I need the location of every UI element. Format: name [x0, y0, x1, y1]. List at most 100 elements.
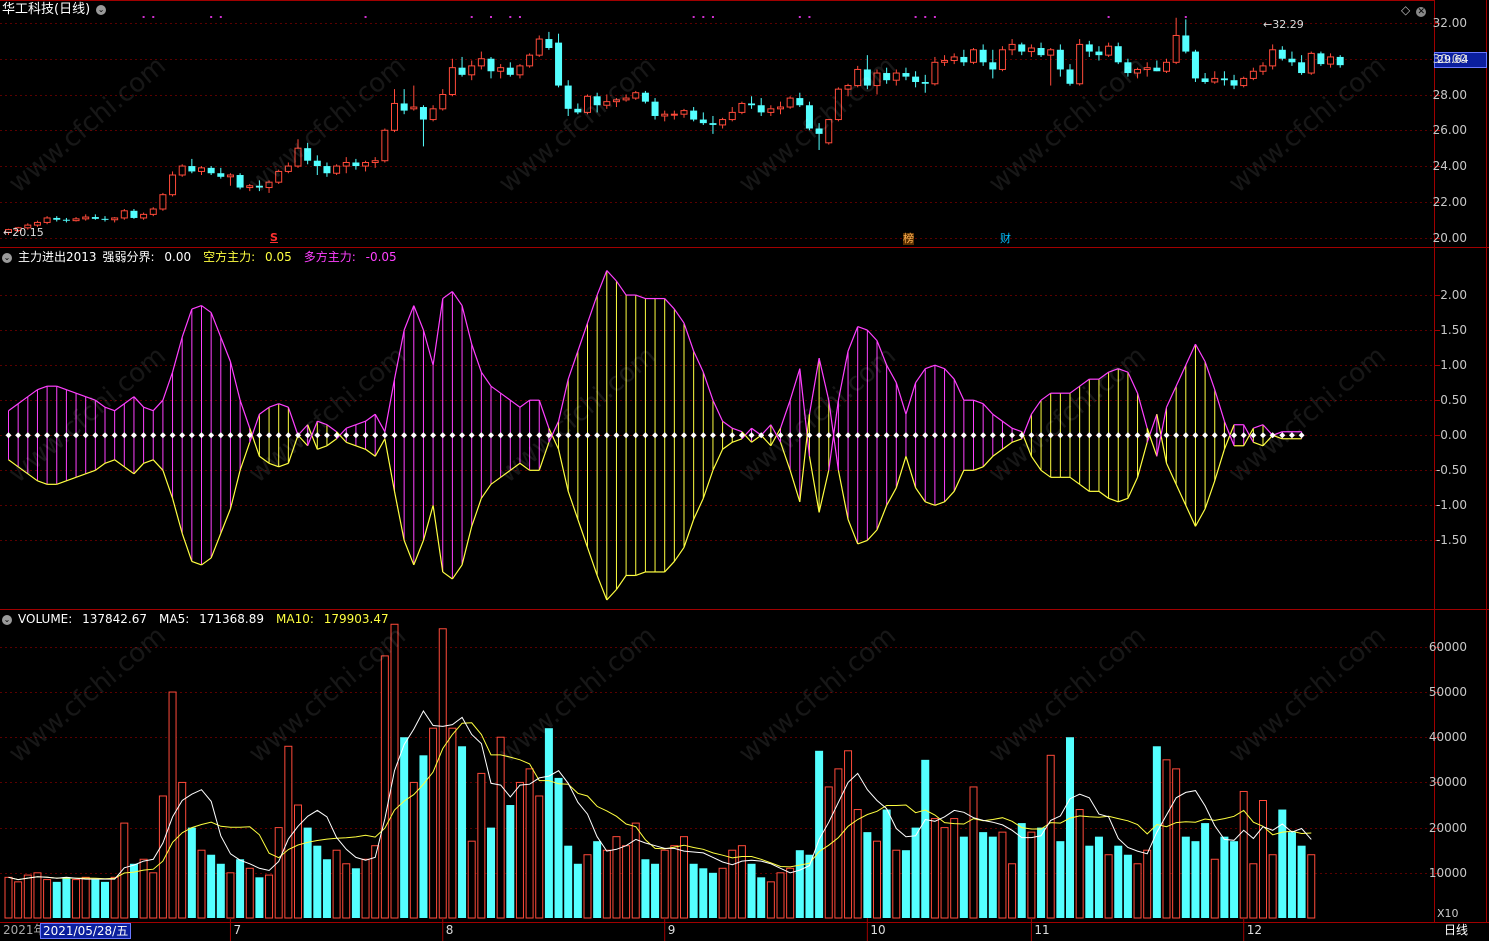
bull-line-segment [384, 438, 396, 492]
candle-body-up [342, 161, 350, 167]
bear-line-segment [635, 571, 646, 577]
boundary-marker [960, 432, 967, 439]
chevron-down-icon[interactable]: ⌄ [2, 252, 12, 263]
bull-line-segment [1165, 385, 1177, 408]
volume-tick-label: 40000 [1428, 730, 1467, 745]
bear-line-segment [577, 519, 589, 548]
candle-body-up [497, 67, 505, 72]
bear-line-segment [596, 575, 608, 601]
boundary-marker [362, 432, 369, 439]
candle-body-down [815, 128, 823, 134]
volume-bar-up [429, 727, 438, 919]
bull-line-segment [953, 470, 965, 492]
chevron-down-icon[interactable]: ⌄ [2, 614, 12, 625]
boundary-marker [555, 432, 562, 439]
volume-bar-down [699, 868, 708, 918]
bull-line-segment [1040, 392, 1052, 401]
candle-body-down [902, 73, 910, 77]
candle-body-down [641, 92, 649, 102]
bear-line-segment [451, 291, 463, 306]
bear-line-segment [133, 396, 145, 408]
boundary-marker [902, 432, 909, 439]
candle-body-down [979, 49, 987, 63]
volume-bar-up [892, 849, 901, 919]
bull-line-segment [56, 480, 67, 485]
boundary-marker [1009, 432, 1016, 439]
bear-line-segment [1136, 442, 1148, 478]
marker-finance[interactable]: 财 [1000, 233, 1011, 245]
signal-dot [470, 16, 473, 18]
boundary-marker [1067, 432, 1073, 439]
boundary-marker [671, 432, 678, 439]
chevron-down-icon[interactable]: ⌄ [96, 4, 107, 15]
candle-body-up [767, 108, 775, 113]
volume-tick-label: 30000 [1428, 775, 1467, 790]
boundary-marker [1028, 432, 1035, 439]
candle-body-up [622, 97, 630, 101]
bull-line-segment [615, 280, 627, 296]
volume-tick-label: 50000 [1428, 685, 1467, 700]
month-label: 10 [870, 923, 886, 937]
bull-line-segment [37, 480, 48, 485]
bear-line-segment [500, 392, 511, 401]
volume-bar-up [969, 786, 978, 919]
boundary-marker [980, 432, 987, 439]
bull-line-segment [915, 487, 926, 503]
candle-body-up [72, 218, 80, 222]
bear-line-segment [374, 413, 386, 433]
boundary-marker [1153, 432, 1160, 439]
bull-line-segment [365, 448, 376, 457]
candle-body-up [1249, 70, 1257, 79]
candle-body-down [912, 76, 920, 82]
bear-line-segment [615, 575, 627, 590]
boundary-marker [352, 432, 359, 439]
volume-bar-down [1181, 836, 1190, 918]
volume-bar-up [284, 745, 293, 919]
bull-line-segment [490, 476, 502, 485]
marker-rank[interactable]: 榜 [903, 233, 914, 245]
volume-bar-down [487, 827, 495, 918]
bear-line-segment [1262, 434, 1274, 447]
bull-line-segment [326, 424, 337, 433]
volume-bar-down [708, 872, 717, 918]
bear-line-segment [210, 312, 222, 338]
bear-line-segment [1204, 480, 1216, 510]
volume-bar-up [1249, 863, 1258, 919]
bull-line-segment [471, 498, 482, 527]
candle-body-down [593, 96, 601, 106]
diamond-icon[interactable]: ◇ [1401, 3, 1410, 17]
candle-body-up [178, 165, 186, 176]
candle-body-up [82, 216, 90, 220]
volume-bar-down [506, 805, 515, 918]
bull-line-segment [799, 414, 811, 502]
candle-body-up [140, 213, 148, 219]
close-icon[interactable]: ✕ [1416, 7, 1427, 17]
bull-line-segment [693, 350, 704, 373]
bull-line-segment [886, 487, 897, 506]
boundary-marker [816, 432, 823, 439]
volume-readout: VOLUME: 137842.67 [18, 612, 148, 626]
volume-bar-down [1287, 832, 1296, 918]
candle-body-down [1288, 58, 1296, 63]
volume-bar-down [1230, 841, 1239, 918]
candle-body-down [304, 148, 312, 161]
volume-bar-up [72, 879, 81, 919]
period-label[interactable]: 日线 [1444, 923, 1468, 937]
volume-bar-down [1056, 841, 1065, 918]
volume-bar-up [43, 879, 52, 919]
boundary-marker [488, 432, 494, 439]
bull-line-segment [519, 462, 530, 471]
boundary-marker [82, 432, 89, 439]
boundary-marker [401, 432, 408, 439]
volume-bar-up [950, 818, 959, 919]
bear-line-segment [857, 326, 868, 331]
bull-line-segment [162, 470, 174, 499]
marker-s[interactable]: S [270, 232, 278, 244]
bull-line-segment [268, 403, 279, 408]
boundary-marker [111, 432, 118, 439]
volume-bar-down [1191, 841, 1200, 918]
bear-line-segment [56, 385, 67, 391]
volume-bar-up [1008, 863, 1017, 919]
boundary-marker [922, 432, 929, 439]
boundary-marker [1279, 432, 1286, 439]
